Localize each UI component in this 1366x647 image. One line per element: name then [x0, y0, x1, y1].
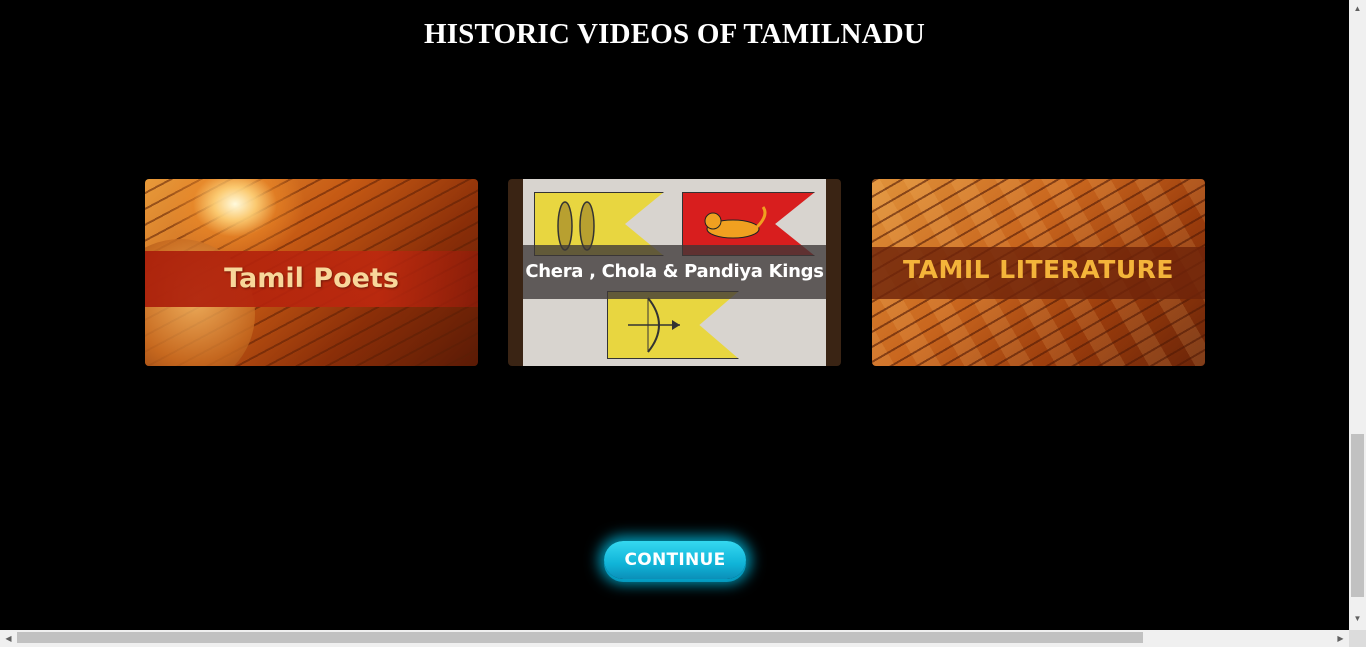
horizontal-scroll-thumb[interactable] [17, 632, 1143, 643]
scroll-down-icon[interactable]: ▼ [1349, 610, 1366, 627]
scrollbar-corner [1349, 630, 1366, 647]
continue-button[interactable]: CONTINUE [604, 541, 746, 579]
scroll-left-icon[interactable]: ◀ [0, 630, 17, 647]
video-card-tamil-literature[interactable]: TAMIL LITERATURE [872, 179, 1205, 366]
page-title: HISTORIC VIDEOS OF TAMILNADU [423, 18, 926, 50]
scroll-right-icon[interactable]: ▶ [1332, 630, 1349, 647]
video-title: Tamil Poets [224, 263, 399, 294]
scroll-up-icon[interactable]: ▲ [1349, 0, 1366, 17]
video-card-kings[interactable]: Chera , Chola & Pandiya Kings [508, 179, 841, 366]
page-viewport: HISTORIC VIDEOS OF TAMILNADU Tamil Poets [0, 0, 1349, 630]
video-card-tamil-poets[interactable]: Tamil Poets [145, 179, 478, 366]
video-title: TAMIL LITERATURE [903, 255, 1174, 284]
video-title: Chera , Chola & Pandiya Kings [525, 261, 824, 282]
vertical-scrollbar[interactable]: ▲ ▼ [1349, 0, 1366, 630]
horizontal-scrollbar[interactable]: ◀ ▶ [0, 630, 1349, 647]
vertical-scroll-thumb[interactable] [1351, 434, 1364, 597]
bow-arrow-flag-icon [607, 291, 739, 359]
